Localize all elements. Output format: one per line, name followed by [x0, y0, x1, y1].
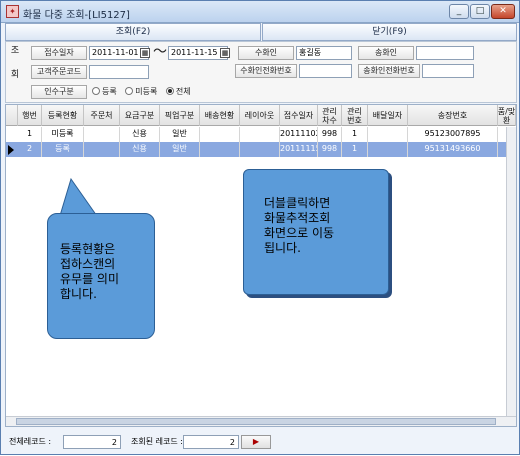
- status-bar: 전체레코드 : 2 조회된 레코드 : 2 ▶: [5, 433, 517, 451]
- total-records-value: 2: [63, 435, 121, 449]
- app-window: ✦ 화물 다중 조회-[LI5127] _ □ ✕ 조회(F2) 닫기(F9) …: [0, 0, 520, 455]
- play-arrow-icon: ▶: [252, 437, 260, 446]
- next-button[interactable]: ▶: [241, 435, 271, 449]
- right-callout: 더블클릭하면 화물추적조회 화면으로 이동 됩니다.: [243, 169, 389, 295]
- total-records-label: 전체레코드 :: [9, 437, 52, 446]
- queried-records-label: 조회된 레코드 :: [131, 437, 183, 446]
- left-callout: 등록현황은 접하스캔의 유무를 의미 합니다.: [47, 213, 155, 339]
- queried-records-value: 2: [183, 435, 239, 449]
